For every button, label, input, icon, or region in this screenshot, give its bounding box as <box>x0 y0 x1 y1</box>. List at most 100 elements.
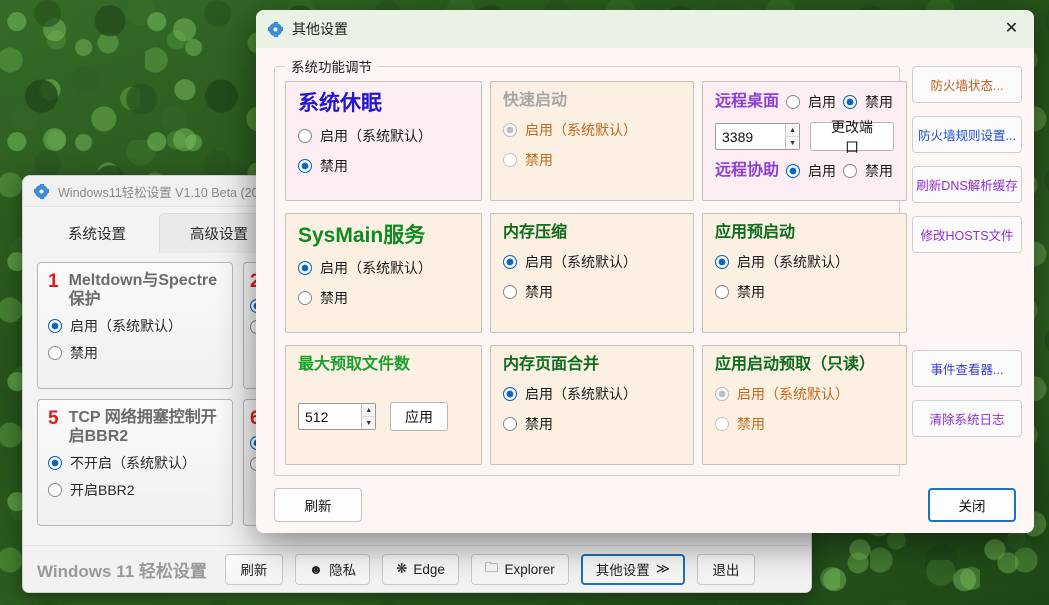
radio-icon[interactable] <box>48 346 62 360</box>
stepper-down-icon[interactable]: ▼ <box>786 137 799 149</box>
prefetch-stepper[interactable]: ▲ ▼ <box>298 403 376 430</box>
radio-icon[interactable] <box>786 95 800 109</box>
apply-button[interactable]: 应用 <box>390 402 448 431</box>
edit-hosts-button[interactable]: 修改HOSTS文件 <box>912 216 1022 253</box>
panel-title: 系统休眠 <box>298 92 469 116</box>
radio-icon[interactable] <box>298 129 312 143</box>
firewall-status-button[interactable]: 防火墙状态... <box>912 66 1022 103</box>
refresh-button[interactable]: 刷新 <box>225 554 283 585</box>
radio-icon[interactable] <box>298 291 312 305</box>
option-rd-disable[interactable]: 禁用 <box>843 92 893 112</box>
option-label: 禁用 <box>525 150 553 170</box>
radio-icon[interactable] <box>503 387 517 401</box>
card-option[interactable]: 不开启（系统默认） <box>48 453 222 473</box>
prefetch-input[interactable] <box>299 404 361 429</box>
panel-app-launch-prefetch: 应用启动预取（只读） 启用（系统默认） 禁用 <box>702 345 907 465</box>
stepper-buttons[interactable]: ▲ ▼ <box>785 124 799 149</box>
app-brand-label: Windows 11 轻松设置 <box>37 557 207 582</box>
option-disable[interactable]: 禁用 <box>503 282 681 302</box>
radio-icon[interactable] <box>503 255 517 269</box>
dialog-body: 系统功能调节 系统休眠 启用（系统默认） 禁用 快速启动 <box>256 48 1034 533</box>
edge-icon: ❋ <box>396 561 407 577</box>
radio-icon[interactable] <box>48 456 62 470</box>
option-label: 禁用 <box>320 156 348 176</box>
option-enable[interactable]: 启用（系统默认） <box>503 384 681 404</box>
dialog-footer: 刷新 关闭 <box>256 477 1034 533</box>
exit-button[interactable]: 退出 <box>697 554 755 585</box>
option-rd-enable[interactable]: 启用 <box>786 92 836 112</box>
radio-icon[interactable] <box>843 95 857 109</box>
event-viewer-button[interactable]: 事件查看器... <box>912 350 1022 387</box>
stepper-up-icon[interactable]: ▲ <box>362 404 375 417</box>
exit-button-label: 退出 <box>712 559 739 579</box>
panel-title: SysMain服务 <box>298 224 469 248</box>
radio-icon[interactable] <box>48 483 62 497</box>
option-enable[interactable]: 启用（系统默认） <box>715 252 894 272</box>
gear-icon <box>34 184 49 199</box>
main-window-bottom-bar: Windows 11 轻松设置 刷新 ☻ 隐私 ❋ Edge 🗀 Explore… <box>23 545 811 592</box>
radio-icon <box>503 153 517 167</box>
remote-assist-row: 远程协助 启用 禁用 <box>715 161 894 181</box>
option-label: 禁用 <box>737 414 765 434</box>
radio-icon[interactable] <box>298 261 312 275</box>
panel-title: 快速启动 <box>503 92 681 110</box>
option-label: 禁用 <box>865 161 893 181</box>
option-disable[interactable]: 禁用 <box>298 156 469 176</box>
card-header: 5 TCP 网络拥塞控制开启BBR2 <box>48 408 222 446</box>
privacy-button-label: 隐私 <box>329 559 356 579</box>
change-port-button[interactable]: 更改端口 <box>810 122 894 151</box>
explorer-button[interactable]: 🗀 Explorer <box>471 554 569 585</box>
option-label: 禁用 <box>70 343 98 363</box>
option-enable[interactable]: 启用（系统默认） <box>503 252 681 272</box>
flush-dns-button[interactable]: 刷新DNS解析缓存 <box>912 166 1022 203</box>
dialog-refresh-button[interactable]: 刷新 <box>274 488 362 522</box>
dialog-close-button[interactable]: 关闭 <box>928 488 1016 522</box>
privacy-button[interactable]: ☻ 隐私 <box>295 554 370 585</box>
radio-icon[interactable] <box>715 255 729 269</box>
firewall-rules-button[interactable]: 防火墙规则设置... <box>912 116 1022 153</box>
option-disable[interactable]: 禁用 <box>715 282 894 302</box>
option-label: 启用（系统默认） <box>737 384 849 404</box>
close-icon[interactable]: ✕ <box>989 10 1034 48</box>
option-label: 开启BBR2 <box>70 480 135 500</box>
card-title: TCP 网络拥塞控制开启BBR2 <box>69 408 222 446</box>
option-disable[interactable]: 禁用 <box>298 288 469 308</box>
radio-icon[interactable] <box>503 417 517 431</box>
panel-memory-page-combining: 内存页面合并 启用（系统默认） 禁用 <box>490 345 694 465</box>
edge-button[interactable]: ❋ Edge <box>382 554 459 585</box>
card-option[interactable]: 禁用 <box>48 343 222 363</box>
radio-icon[interactable] <box>843 164 857 178</box>
option-label: 禁用 <box>525 282 553 302</box>
option-enable[interactable]: 启用（系统默认） <box>298 126 469 146</box>
port-stepper[interactable]: ▲ ▼ <box>715 123 800 150</box>
option-ra-enable[interactable]: 启用 <box>786 161 836 181</box>
option-enable[interactable]: 启用（系统默认） <box>298 258 469 278</box>
radio-icon[interactable] <box>786 164 800 178</box>
panel-fast-startup: 快速启动 启用（系统默认） 禁用 <box>490 81 694 201</box>
radio-icon[interactable] <box>298 159 312 173</box>
card-option[interactable]: 启用（系统默认） <box>48 316 222 336</box>
card-title: Meltdown与Spectre保护 <box>69 271 222 309</box>
other-settings-dialog: 其他设置 ✕ 系统功能调节 系统休眠 启用（系统默认） 禁用 <box>256 10 1034 533</box>
panel-memory-compression: 内存压缩 启用（系统默认） 禁用 <box>490 213 694 333</box>
option-ra-disable[interactable]: 禁用 <box>843 161 893 181</box>
option-enable: 启用（系统默认） <box>503 120 681 140</box>
clear-system-log-button[interactable]: 清除系统日志 <box>912 400 1022 437</box>
radio-icon[interactable] <box>503 285 517 299</box>
other-settings-button[interactable]: 其他设置 ≫ <box>581 554 685 585</box>
radio-icon[interactable] <box>48 319 62 333</box>
system-function-groupbox: 系统功能调节 系统休眠 启用（系统默认） 禁用 快速启动 <box>274 66 900 476</box>
stepper-buttons[interactable]: ▲ ▼ <box>361 404 375 429</box>
option-label: 禁用 <box>737 282 765 302</box>
radio-icon[interactable] <box>715 285 729 299</box>
card-option[interactable]: 开启BBR2 <box>48 480 222 500</box>
refresh-button-label: 刷新 <box>240 559 267 579</box>
port-input[interactable] <box>716 124 785 149</box>
panel-title: 应用启动预取（只读） <box>715 356 894 374</box>
stepper-down-icon[interactable]: ▼ <box>362 417 375 429</box>
stepper-up-icon[interactable]: ▲ <box>786 124 799 137</box>
tab-system-settings[interactable]: 系统设置 <box>37 213 157 253</box>
panel-sysmain-service: SysMain服务 启用（系统默认） 禁用 <box>285 213 482 333</box>
panel-system-hibernate: 系统休眠 启用（系统默认） 禁用 <box>285 81 482 201</box>
option-disable[interactable]: 禁用 <box>503 414 681 434</box>
